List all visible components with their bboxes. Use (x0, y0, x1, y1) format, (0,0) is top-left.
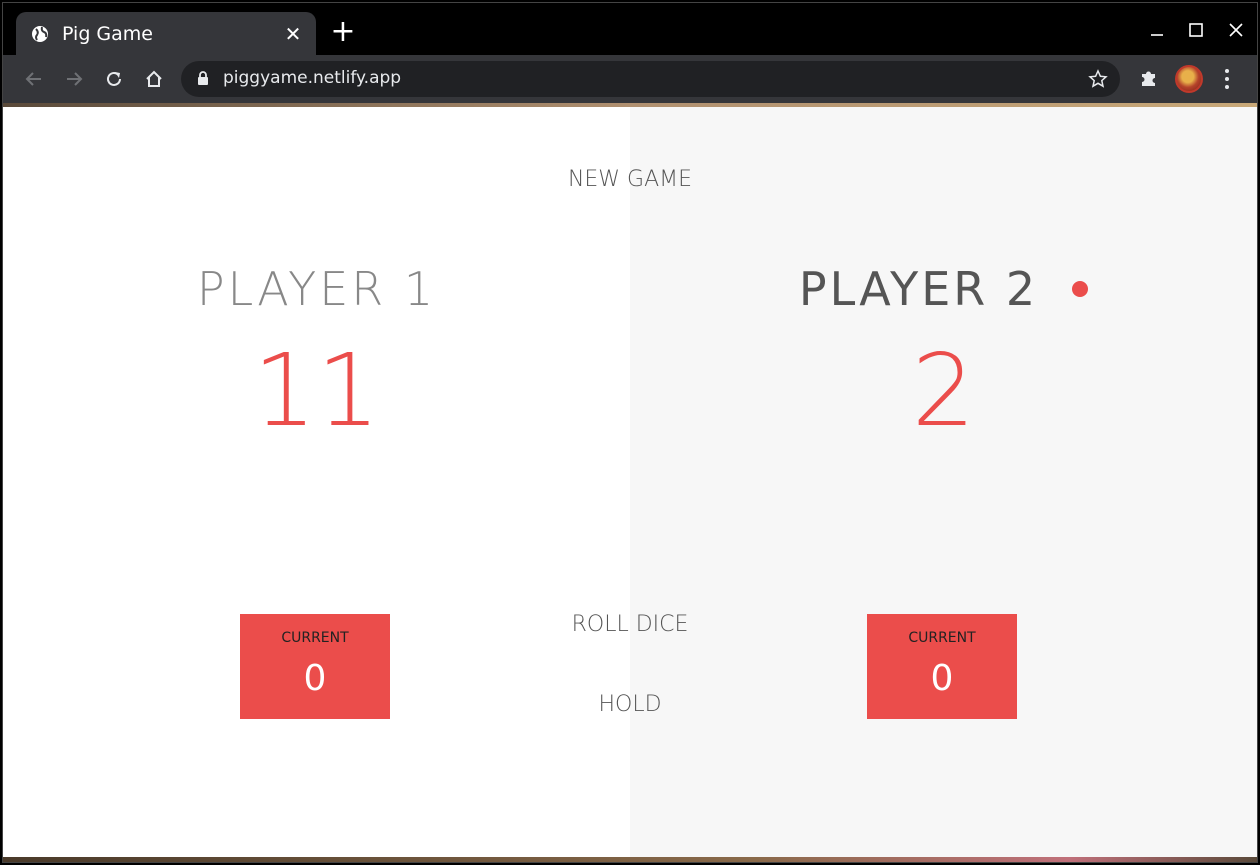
reload-icon (107, 71, 121, 86)
address-bar[interactable]: piggyame.netlify.app (181, 61, 1120, 97)
home-button[interactable] (139, 65, 169, 93)
close-window-button[interactable] (1216, 15, 1256, 45)
player-1-current-label: CURRENT (281, 630, 349, 646)
tab-close-icon[interactable]: ✕ (282, 22, 304, 46)
extensions-puzzle-icon[interactable] (1138, 67, 1160, 93)
active-player-dot-icon (1072, 280, 1089, 297)
player-2-panel: PLAYER 2 2 CURRENT 0 (630, 107, 1257, 857)
title-bar: Pig Game ✕ + (3, 3, 1257, 55)
game-page: PLAYER 1 11 CURRENT 0 PLAYER 2 2 CURRENT… (3, 107, 1257, 857)
new-tab-button[interactable]: + (328, 17, 358, 47)
maximize-button[interactable] (1176, 15, 1216, 45)
forward-arrow-icon (67, 72, 83, 86)
tab-title: Pig Game (62, 22, 153, 45)
roll-dice-button[interactable]: ROLL DICE (572, 612, 689, 637)
bottom-background-strip (3, 857, 1257, 862)
forward-button[interactable] (59, 65, 89, 93)
player-2-name: PLAYER 2 (798, 262, 1039, 316)
hold-button[interactable]: HOLD (598, 692, 661, 717)
player-1-score: 11 (252, 332, 381, 449)
browser-window: Pig Game ✕ + piggyame.netlify.app PLAYER… (2, 2, 1258, 863)
player-2-current-score: 0 (930, 658, 954, 699)
back-arrow-icon (25, 72, 41, 86)
back-button[interactable] (19, 65, 49, 93)
new-game-button[interactable]: NEW GAME (568, 167, 692, 192)
player-1-current-box: CURRENT 0 (240, 614, 390, 719)
bookmark-star-icon[interactable] (1088, 69, 1108, 93)
reload-button[interactable] (99, 65, 129, 93)
lock-icon (197, 71, 209, 90)
home-icon (146, 70, 162, 87)
player-2-current-box: CURRENT 0 (867, 614, 1017, 719)
player-1-panel: PLAYER 1 11 CURRENT 0 (3, 107, 630, 857)
player-2-name-wrap: PLAYER 2 (630, 262, 1257, 316)
url-text: piggyame.netlify.app (223, 68, 402, 88)
player-1-name: PLAYER 1 (196, 262, 437, 316)
minimize-button[interactable] (1137, 15, 1177, 45)
globe-icon (30, 24, 50, 44)
profile-avatar[interactable] (1175, 65, 1203, 93)
player-2-score: 2 (911, 332, 976, 449)
browser-toolbar: piggyame.netlify.app (3, 55, 1257, 103)
browser-tab[interactable]: Pig Game ✕ (16, 12, 316, 55)
player-1-current-score: 0 (303, 658, 327, 699)
browser-menu-icon[interactable] (1217, 67, 1237, 91)
player-2-current-label: CURRENT (908, 630, 976, 646)
